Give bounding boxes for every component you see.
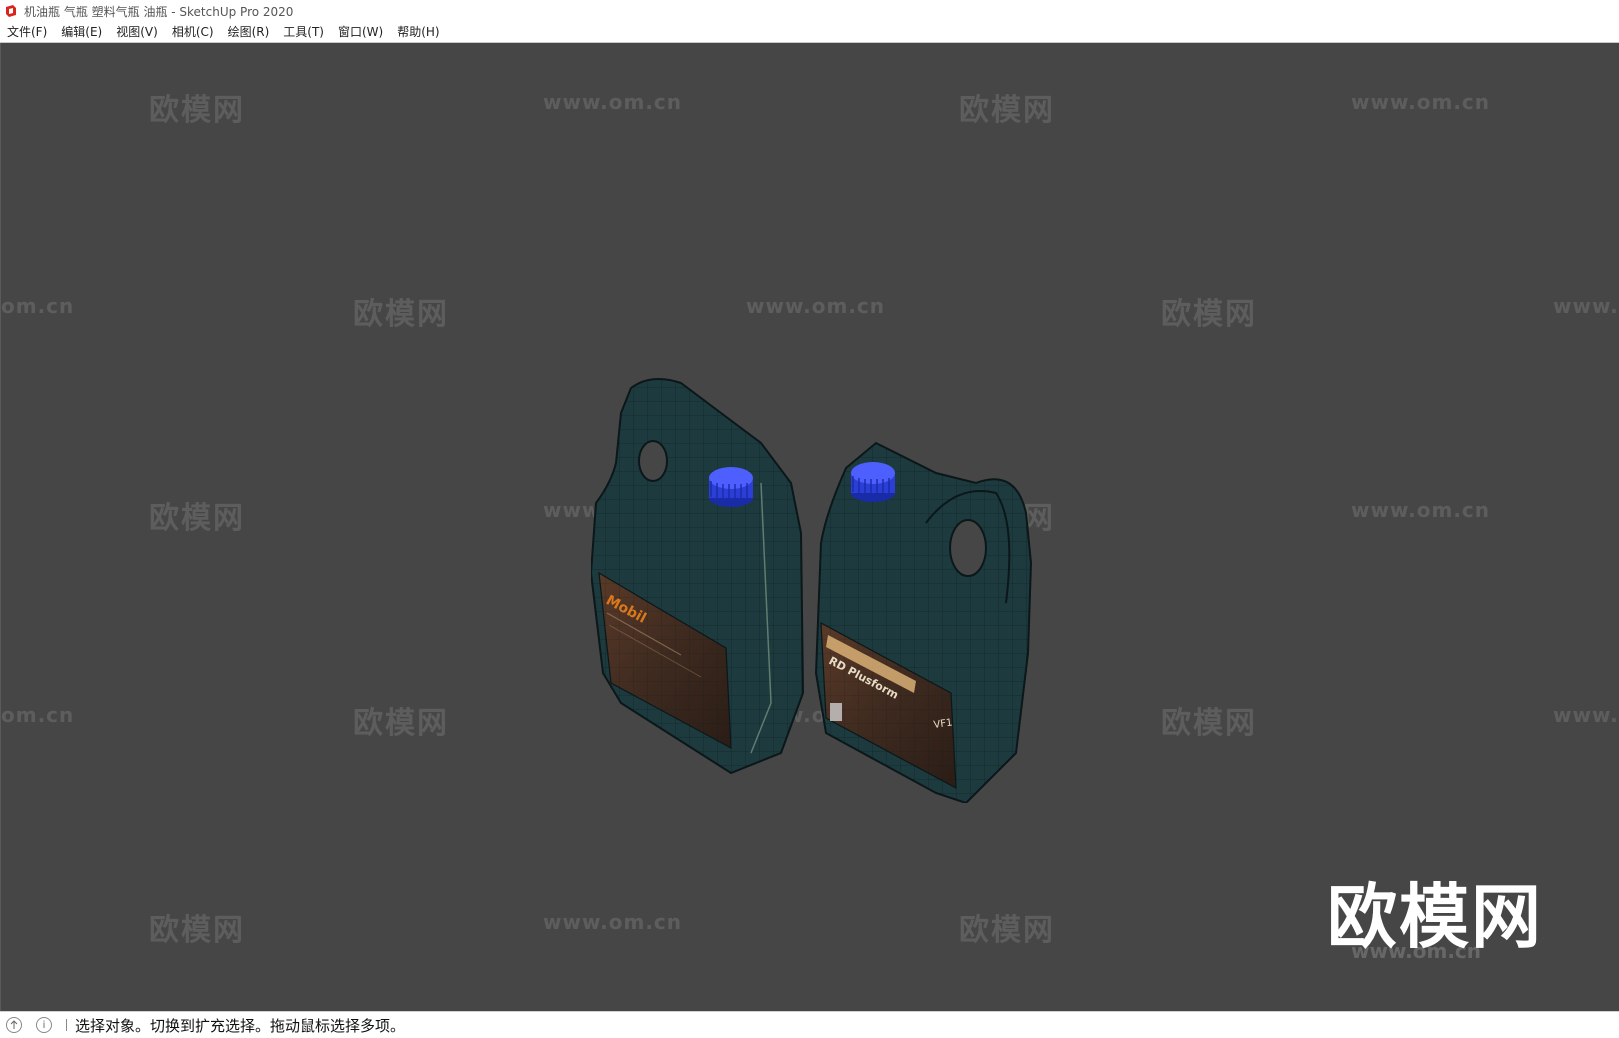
watermark-text: 欧模网 bbox=[959, 93, 1055, 128]
menu-camera[interactable]: 相机(C) bbox=[165, 22, 221, 42]
bottle-cap bbox=[709, 467, 753, 507]
watermark-text: 欧模网 bbox=[149, 913, 245, 948]
watermark-url: www. bbox=[1553, 703, 1619, 727]
watermark-text: 欧模网 bbox=[149, 93, 245, 128]
watermark-url: www.om.cn bbox=[543, 910, 683, 934]
watermark-url: om.cn bbox=[1, 294, 75, 318]
watermark-text: 欧模网 bbox=[1161, 706, 1257, 741]
oil-bottle-model[interactable]: Mobil RD Plusform VF1 bbox=[589, 373, 1071, 807]
bottle-left: Mobil bbox=[589, 378, 805, 775]
watermark-url: om.cn bbox=[1, 703, 75, 727]
watermark-url: www. bbox=[1553, 294, 1619, 318]
watermark-text: 欧模网 bbox=[353, 297, 449, 332]
info-icon[interactable]: i bbox=[36, 1017, 52, 1033]
window-title: 机油瓶 气瓶 塑料气瓶 油瓶 - SketchUp Pro 2020 bbox=[24, 4, 294, 19]
bottle-right: RD Plusform VF1 bbox=[814, 441, 1033, 805]
watermark-logo-url: www.om.cn bbox=[1351, 939, 1482, 963]
menu-bar: 文件(F) 编辑(E) 视图(V) 相机(C) 绘图(R) 工具(T) 窗口(W… bbox=[0, 22, 1619, 43]
menu-view[interactable]: 视图(V) bbox=[109, 22, 165, 42]
menu-edit[interactable]: 编辑(E) bbox=[54, 22, 109, 42]
menu-draw[interactable]: 绘图(R) bbox=[221, 22, 277, 42]
model-viewport[interactable]: 欧模网 www.om.cn 欧模网 www.om.cn om.cn 欧模网 ww… bbox=[0, 43, 1619, 1011]
watermark-url: www.om.cn bbox=[1351, 90, 1491, 114]
title-bar: 机油瓶 气瓶 塑料气瓶 油瓶 - SketchUp Pro 2020 bbox=[0, 0, 1619, 22]
watermark-text: 欧模网 bbox=[959, 913, 1055, 948]
watermark-url: www.om.cn bbox=[746, 294, 886, 318]
menu-tools[interactable]: 工具(T) bbox=[276, 22, 331, 42]
status-text: 选择对象。切换到扩充选择。拖动鼠标选择多项。 bbox=[75, 1016, 406, 1035]
bottle-cap bbox=[851, 462, 895, 502]
status-bar: i 选择对象。切换到扩充选择。拖动鼠标选择多项。 bbox=[0, 1011, 1619, 1038]
menu-help[interactable]: 帮助(H) bbox=[390, 22, 446, 42]
watermark-text: 欧模网 bbox=[1161, 297, 1257, 332]
menu-window[interactable]: 窗口(W) bbox=[331, 22, 390, 42]
sketchup-logo-icon bbox=[4, 4, 18, 18]
status-divider bbox=[66, 1019, 67, 1031]
watermark-url: www.om.cn bbox=[1351, 498, 1491, 522]
watermark-text: 欧模网 bbox=[353, 706, 449, 741]
watermark-text: 欧模网 bbox=[149, 501, 245, 536]
geo-location-icon[interactable] bbox=[6, 1017, 22, 1033]
watermark-url: www.om.cn bbox=[543, 90, 683, 114]
menu-file[interactable]: 文件(F) bbox=[0, 22, 54, 42]
